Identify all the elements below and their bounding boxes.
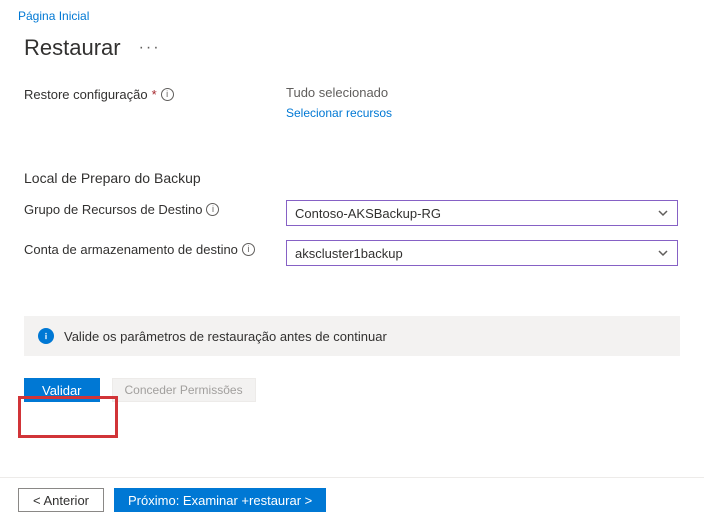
- next-button[interactable]: Próximo: Examinar +restaurar >: [114, 488, 326, 512]
- previous-button[interactable]: < Anterior: [18, 488, 104, 512]
- resource-group-value: Contoso-AKSBackup-RG: [295, 206, 441, 221]
- resource-group-label: Grupo de Recursos de Destino i: [24, 200, 286, 217]
- validate-button[interactable]: Validar: [24, 378, 100, 402]
- required-star-icon: *: [152, 87, 157, 102]
- resource-group-row: Grupo de Recursos de Destino i Contoso-A…: [24, 200, 680, 226]
- breadcrumb-home-link[interactable]: Página Inicial: [18, 9, 89, 23]
- grant-permissions-button: Conceder Permissões: [112, 378, 256, 402]
- more-icon[interactable]: ···: [139, 39, 161, 57]
- info-icon[interactable]: i: [161, 88, 174, 101]
- breadcrumb: Página Inicial: [0, 0, 704, 27]
- info-icon[interactable]: i: [242, 243, 255, 256]
- highlight-annotation: [18, 396, 118, 438]
- resource-group-dropdown[interactable]: Contoso-AKSBackup-RG: [286, 200, 678, 226]
- restore-config-label: Restore configuração * i: [24, 85, 286, 102]
- staging-section-title: Local de Preparo do Backup: [24, 170, 680, 186]
- storage-account-value: akscluster1backup: [295, 246, 403, 261]
- storage-account-label-text: Conta de armazenamento de destino: [24, 242, 238, 257]
- validate-info-banner: Valide os parâmetros de restauração ante…: [24, 316, 680, 356]
- storage-account-label: Conta de armazenamento de destino i: [24, 240, 286, 257]
- restore-config-status: Tudo selecionado: [286, 85, 680, 100]
- page-title: Restaurar: [24, 35, 121, 61]
- restore-config-label-text: Restore configuração: [24, 87, 148, 102]
- storage-account-dropdown[interactable]: akscluster1backup: [286, 240, 678, 266]
- select-resources-link[interactable]: Selecionar recursos: [286, 106, 392, 120]
- chevron-down-icon: [657, 207, 669, 219]
- banner-text: Valide os parâmetros de restauração ante…: [64, 329, 387, 344]
- validate-button-row: Validar Conceder Permissões: [24, 378, 680, 402]
- info-icon[interactable]: i: [206, 203, 219, 216]
- page-header: Restaurar ···: [0, 27, 704, 67]
- chevron-down-icon: [657, 247, 669, 259]
- storage-account-row: Conta de armazenamento de destino i aksc…: [24, 240, 680, 266]
- resource-group-label-text: Grupo de Recursos de Destino: [24, 202, 202, 217]
- wizard-footer: < Anterior Próximo: Examinar +restaurar …: [0, 477, 704, 512]
- restore-config-row: Restore configuração * i Tudo selecionad…: [24, 85, 680, 120]
- info-circle-icon: [38, 328, 54, 344]
